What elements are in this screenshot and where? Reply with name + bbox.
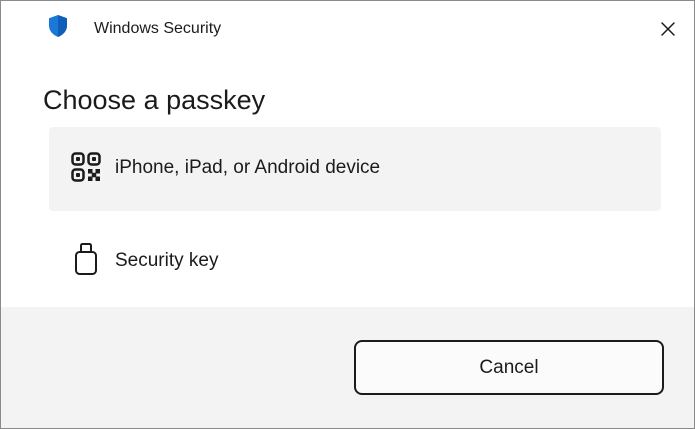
cancel-button[interactable]: Cancel [354,340,664,395]
option-phone-device[interactable]: iPhone, iPad, or Android device [49,127,661,211]
title-bar: Windows Security [1,1,694,57]
option-label: Security key [115,250,219,271]
close-icon [661,22,675,36]
option-label: iPhone, iPad, or Android device [115,157,381,178]
usb-key-icon [75,243,97,275]
option-security-key[interactable]: Security key [49,218,661,302]
dialog-heading: Choose a passkey [43,85,266,115]
shield-icon [49,15,67,37]
close-button[interactable] [642,1,694,57]
qr-code-icon [71,152,101,182]
dialog-footer: Cancel [1,307,694,428]
window-title: Windows Security [94,20,222,37]
windows-security-dialog: Windows Security Choose a passkey iPhone… [0,0,695,429]
